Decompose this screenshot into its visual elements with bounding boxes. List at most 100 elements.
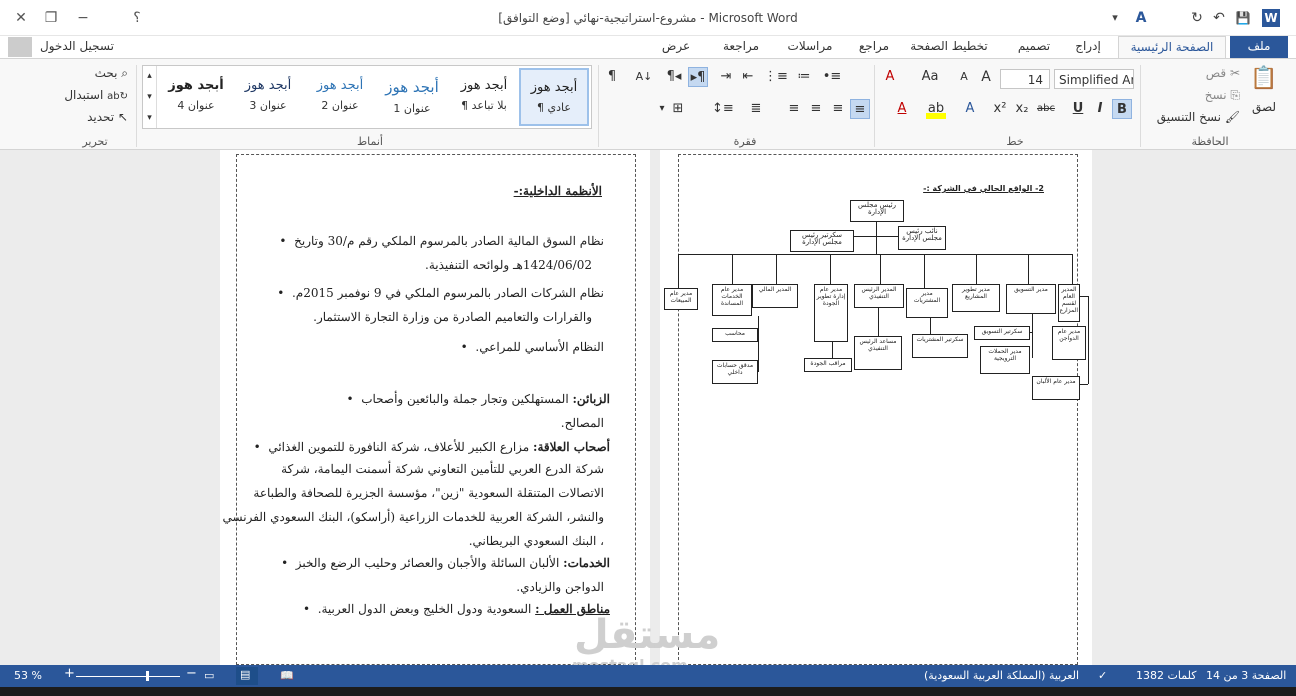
cut-button[interactable]: قص ✂ xyxy=(1180,63,1240,83)
rtl-direction-icon[interactable]: ¶◂ xyxy=(664,67,684,87)
redo-icon[interactable]: ↻ xyxy=(1186,6,1208,30)
justify-icon[interactable]: ≡ xyxy=(784,99,804,119)
grow-font-icon[interactable]: A xyxy=(976,67,996,87)
strikethrough-icon[interactable]: abc xyxy=(1036,99,1056,119)
divider xyxy=(1140,65,1141,147)
zoom-level[interactable]: 53 % xyxy=(14,669,42,682)
style-no-spacing[interactable]: أبجد هوز ¶ بلا تباعد xyxy=(449,68,519,126)
org-box-finance: المدير المالي xyxy=(752,284,798,308)
zoom-slider[interactable] xyxy=(76,676,180,677)
sign-in-link[interactable]: تسجيل الدخول xyxy=(36,36,118,58)
read-mode-icon[interactable]: 📖 xyxy=(280,669,294,682)
page-count[interactable]: الصفحة 3 من 14 xyxy=(1206,669,1286,682)
style-normal[interactable]: أبجد هوز ¶ عادي xyxy=(519,68,589,126)
word-count[interactable]: 1382 كلمات xyxy=(1136,669,1196,682)
style-heading-1[interactable]: أبجد هوز عنوان 1 xyxy=(377,68,447,126)
font-name-select[interactable]: Simplified Ara xyxy=(1054,69,1134,89)
tab-file[interactable]: ملف xyxy=(1230,36,1288,58)
title-bar: ✕ ❐ − ؟ مشروع-استراتيجية-نهائي [وضع التو… xyxy=(0,0,1296,36)
connector xyxy=(1088,296,1089,384)
gallery-down-icon[interactable]: ▾ xyxy=(143,87,157,108)
line-spacing-icon[interactable]: ↕≡ xyxy=(712,99,734,119)
language-status[interactable]: العربية (المملكة العربية السعودية) xyxy=(924,669,1079,682)
tab-insert[interactable]: إدراج xyxy=(1068,36,1108,58)
connector xyxy=(924,254,925,288)
show-marks-icon[interactable]: ¶ xyxy=(602,67,622,87)
paste-icon[interactable]: 📋 xyxy=(1248,63,1280,95)
style-heading-3[interactable]: أبجد هوز عنوان 3 xyxy=(233,68,303,126)
tab-view[interactable]: عرض xyxy=(656,36,696,58)
tab-page-layout[interactable]: تخطيط الصفحة xyxy=(908,36,990,58)
clear-formatting-icon[interactable]: A xyxy=(880,67,900,87)
avatar[interactable] xyxy=(8,37,32,57)
text-effects-icon[interactable]: A xyxy=(960,99,980,119)
org-chart-heading: 2- الواقع الحالي في الشركة :- xyxy=(923,184,1044,193)
list-item: نظام السوق المالية الصادر بالمرسوم الملك… xyxy=(279,234,604,248)
replace-button[interactable]: استبدال ab↻ xyxy=(38,85,128,105)
find-button[interactable]: بحث ⌕ xyxy=(66,63,128,83)
zoom-out-icon[interactable]: − xyxy=(186,666,197,681)
style-heading-4[interactable]: أبجد هوز عنوان 4 xyxy=(161,68,231,126)
org-box-marketing: مدير التسويق xyxy=(1006,284,1056,314)
gallery-up-icon[interactable]: ▴ xyxy=(143,66,157,87)
customize-qat-icon[interactable]: ▾ xyxy=(1104,6,1126,30)
select-button[interactable]: تحديد ↖ xyxy=(66,107,128,127)
binoculars-icon: ⌕ xyxy=(121,66,128,80)
format-painter-button[interactable]: نسخ التنسيق 🖌 xyxy=(1146,107,1240,127)
center-icon[interactable]: ≡ xyxy=(828,99,848,119)
tab-home[interactable]: الصفحة الرئيسية xyxy=(1118,36,1226,58)
org-box-support-services: مدير عام الخدمات المساندة xyxy=(712,284,752,316)
copy-button[interactable]: نسخ ⎘ xyxy=(1180,85,1240,105)
borders-icon[interactable]: ⊞ xyxy=(668,99,688,119)
zoom-in-icon[interactable]: + xyxy=(64,666,75,681)
superscript-icon[interactable]: x² xyxy=(990,99,1010,119)
org-box-quality: مدير عام إدارة تطوير الجودة xyxy=(814,284,848,342)
italic-icon[interactable]: I xyxy=(1090,99,1110,119)
font-color-icon[interactable]: A xyxy=(892,99,912,119)
save-icon[interactable]: 💾 xyxy=(1232,6,1254,30)
bullets-icon[interactable]: •≡ xyxy=(822,67,842,87)
ribbon-tabs: تسجيل الدخول عرض مراجعة مراسلات مراجع تخ… xyxy=(0,36,1296,58)
paste-button[interactable]: لصق xyxy=(1246,97,1282,117)
undo-icon[interactable]: ↶ xyxy=(1208,6,1230,30)
indent-decrease-icon[interactable]: ⇤ xyxy=(738,67,758,87)
subscript-icon[interactable]: x₂ xyxy=(1012,99,1032,119)
org-box-accountant: محاسب xyxy=(712,328,758,342)
org-box-ceo: المدير الرئيس التنفيذي xyxy=(854,284,904,308)
distributed-icon[interactable]: ≣ xyxy=(746,99,766,119)
proofing-icon[interactable]: ✓ xyxy=(1098,669,1107,682)
align-left-icon[interactable]: ≡ xyxy=(806,99,826,119)
list-item: نظام الشركات الصادر بالمرسوم الملكي في 9… xyxy=(277,286,604,300)
highlight-icon[interactable]: ab xyxy=(926,99,946,119)
org-box-purchasing-secretary: سكرتير المشتريات xyxy=(912,334,968,358)
font-size-select[interactable]: 14 xyxy=(1000,69,1050,89)
connector xyxy=(832,342,833,358)
tab-review[interactable]: مراجعة xyxy=(716,36,766,58)
style-heading-2[interactable]: أبجد هوز عنوان 2 xyxy=(305,68,375,126)
web-layout-icon[interactable]: ▭ xyxy=(204,669,214,682)
page-left[interactable]: الأنظمة الداخلية:- نظام السوق المالية ال… xyxy=(220,150,650,665)
page-right[interactable]: 2- الواقع الحالي في الشركة :- رئيس مجلس … xyxy=(660,150,1092,665)
org-box-secretary: سكرتير رئيس مجلس الإدارة xyxy=(790,230,854,252)
tab-mailings[interactable]: مراسلات xyxy=(780,36,840,58)
multilevel-list-icon[interactable]: ⋮≡ xyxy=(764,67,788,87)
underline-icon[interactable]: U xyxy=(1068,99,1088,119)
document-area: الأنظمة الداخلية:- نظام السوق المالية ال… xyxy=(0,150,1296,675)
abc-spelling-icon[interactable]: A xyxy=(1130,6,1152,30)
shrink-font-icon[interactable]: A xyxy=(954,67,974,87)
align-right-icon[interactable]: ≡ xyxy=(850,99,870,119)
indent-increase-icon[interactable]: ⇥ xyxy=(716,67,736,87)
tab-references[interactable]: مراجع xyxy=(852,36,896,58)
sort-icon[interactable]: A↓ xyxy=(634,67,654,87)
zoom-slider-thumb[interactable] xyxy=(146,671,149,681)
connector xyxy=(678,254,1072,255)
bold-icon[interactable]: B xyxy=(1112,99,1132,119)
font-group-label: خط xyxy=(1006,135,1024,148)
gallery-more-icon[interactable]: ▾ xyxy=(143,108,157,128)
list-item: الزبائن: المستهلكين وتجار جملة والبائعين… xyxy=(346,392,610,406)
connector xyxy=(776,254,777,284)
numbering-icon[interactable]: ≔ xyxy=(794,67,814,87)
ltr-direction-icon[interactable]: ▸¶ xyxy=(688,67,708,87)
change-case-icon[interactable]: Aa xyxy=(920,67,940,87)
tab-design[interactable]: تصميم xyxy=(1012,36,1056,58)
